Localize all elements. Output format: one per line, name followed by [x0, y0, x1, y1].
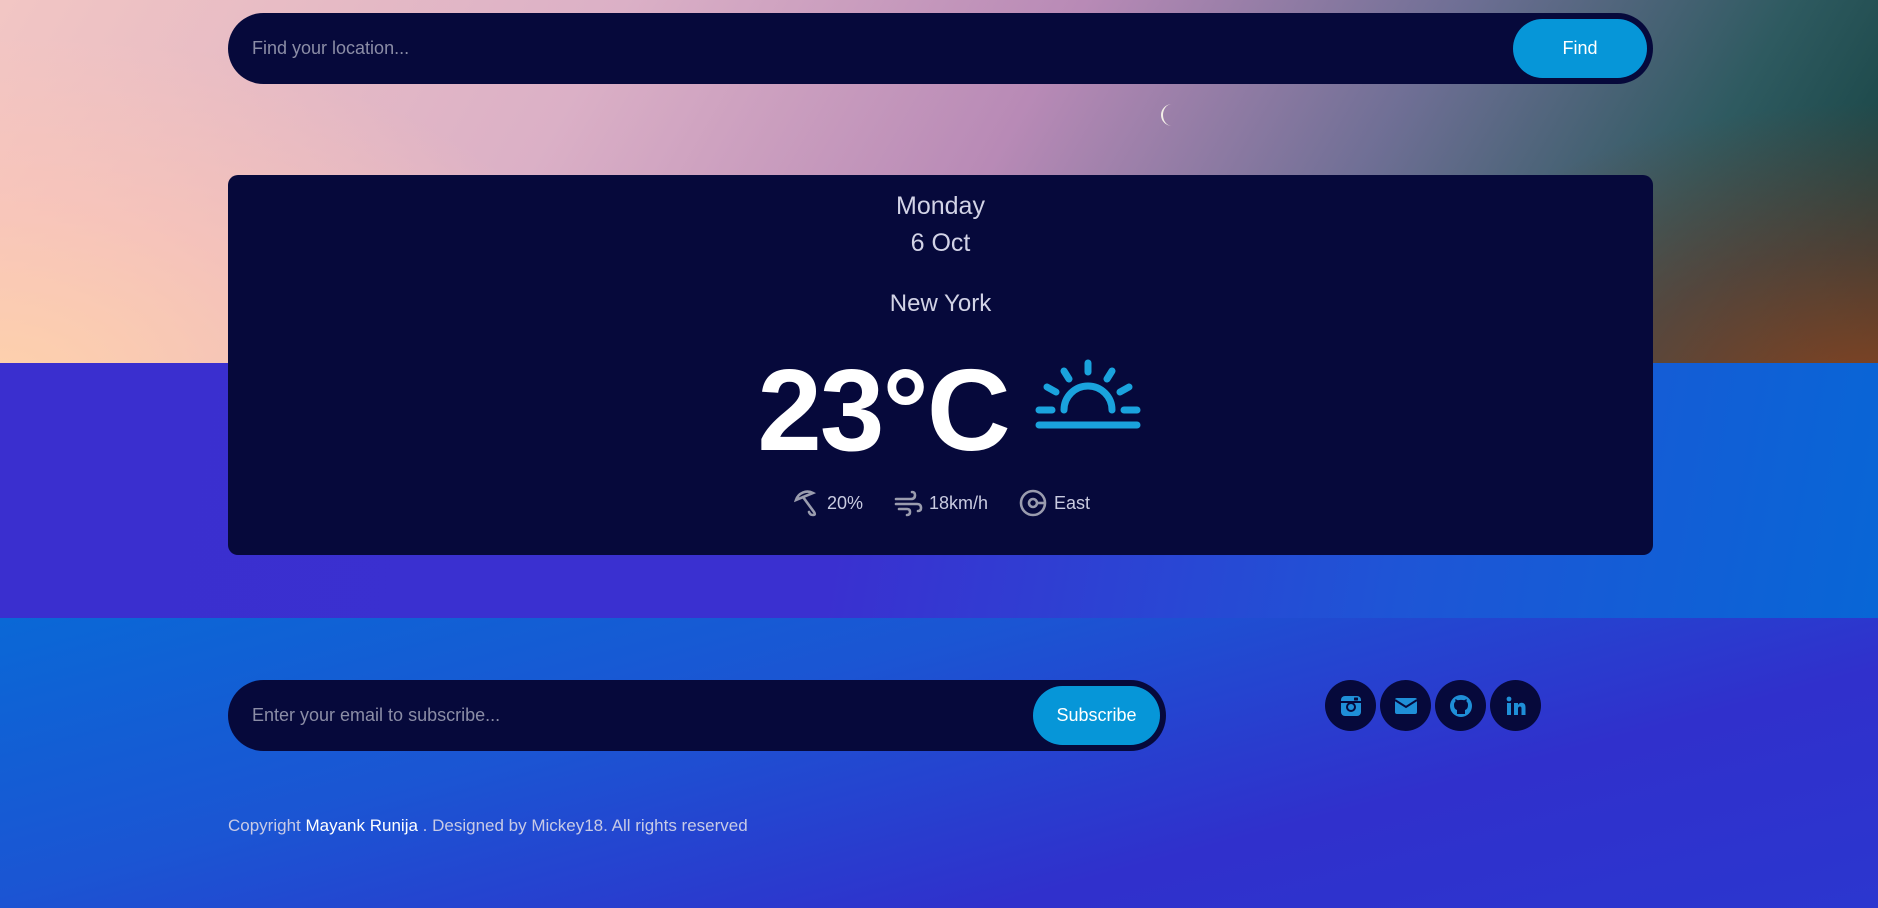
sunrise-icon — [1035, 359, 1141, 429]
social-links — [1325, 680, 1541, 731]
instagram-icon — [1340, 695, 1361, 716]
email-icon — [1393, 697, 1418, 714]
search-bar: Find — [228, 13, 1653, 84]
linkedin-link[interactable] — [1490, 680, 1541, 731]
weather-day: Monday — [896, 192, 985, 220]
weather-city: New York — [889, 290, 992, 317]
umbrella-icon — [793, 490, 817, 517]
email-link[interactable] — [1380, 680, 1431, 731]
copyright-prefix: Copyright — [228, 816, 306, 835]
wind-direction-value: East — [1054, 492, 1091, 513]
wind-icon — [894, 490, 923, 517]
wind-direction-stat: East — [1018, 488, 1090, 518]
copyright-suffix: . Designed by Mickey18. All rights reser… — [417, 816, 748, 835]
linkedin-icon — [1506, 696, 1525, 715]
email-input[interactable] — [252, 680, 1012, 751]
footer-background — [0, 618, 1878, 908]
search-input[interactable] — [252, 13, 1502, 84]
wind-speed-stat: 18km/h — [893, 488, 988, 518]
subscribe-form: Subscribe — [228, 680, 1166, 751]
compass-icon — [1019, 489, 1047, 517]
weather-stats: 20% 18km/h East — [228, 487, 1653, 519]
moon-icon[interactable] — [1158, 102, 1180, 128]
subscribe-button[interactable]: Subscribe — [1033, 686, 1160, 745]
github-icon — [1449, 694, 1472, 717]
weather-card: Monday 6 Oct New York 23°C 20% 18km/h Ea… — [228, 175, 1653, 555]
humidity-value: 20% — [826, 492, 863, 513]
find-button[interactable]: Find — [1513, 19, 1647, 78]
humidity-stat: 20% — [791, 488, 863, 518]
instagram-link[interactable] — [1325, 680, 1376, 731]
wind-speed-value: 18km/h — [928, 492, 989, 513]
weather-date: 6 Oct — [910, 229, 971, 257]
copyright: Copyright Mayank Runija . Designed by Mi… — [228, 816, 748, 836]
author-link[interactable]: Mayank Runija — [305, 816, 417, 835]
github-link[interactable] — [1435, 680, 1486, 731]
weather-temperature: 23°C — [757, 345, 1010, 475]
